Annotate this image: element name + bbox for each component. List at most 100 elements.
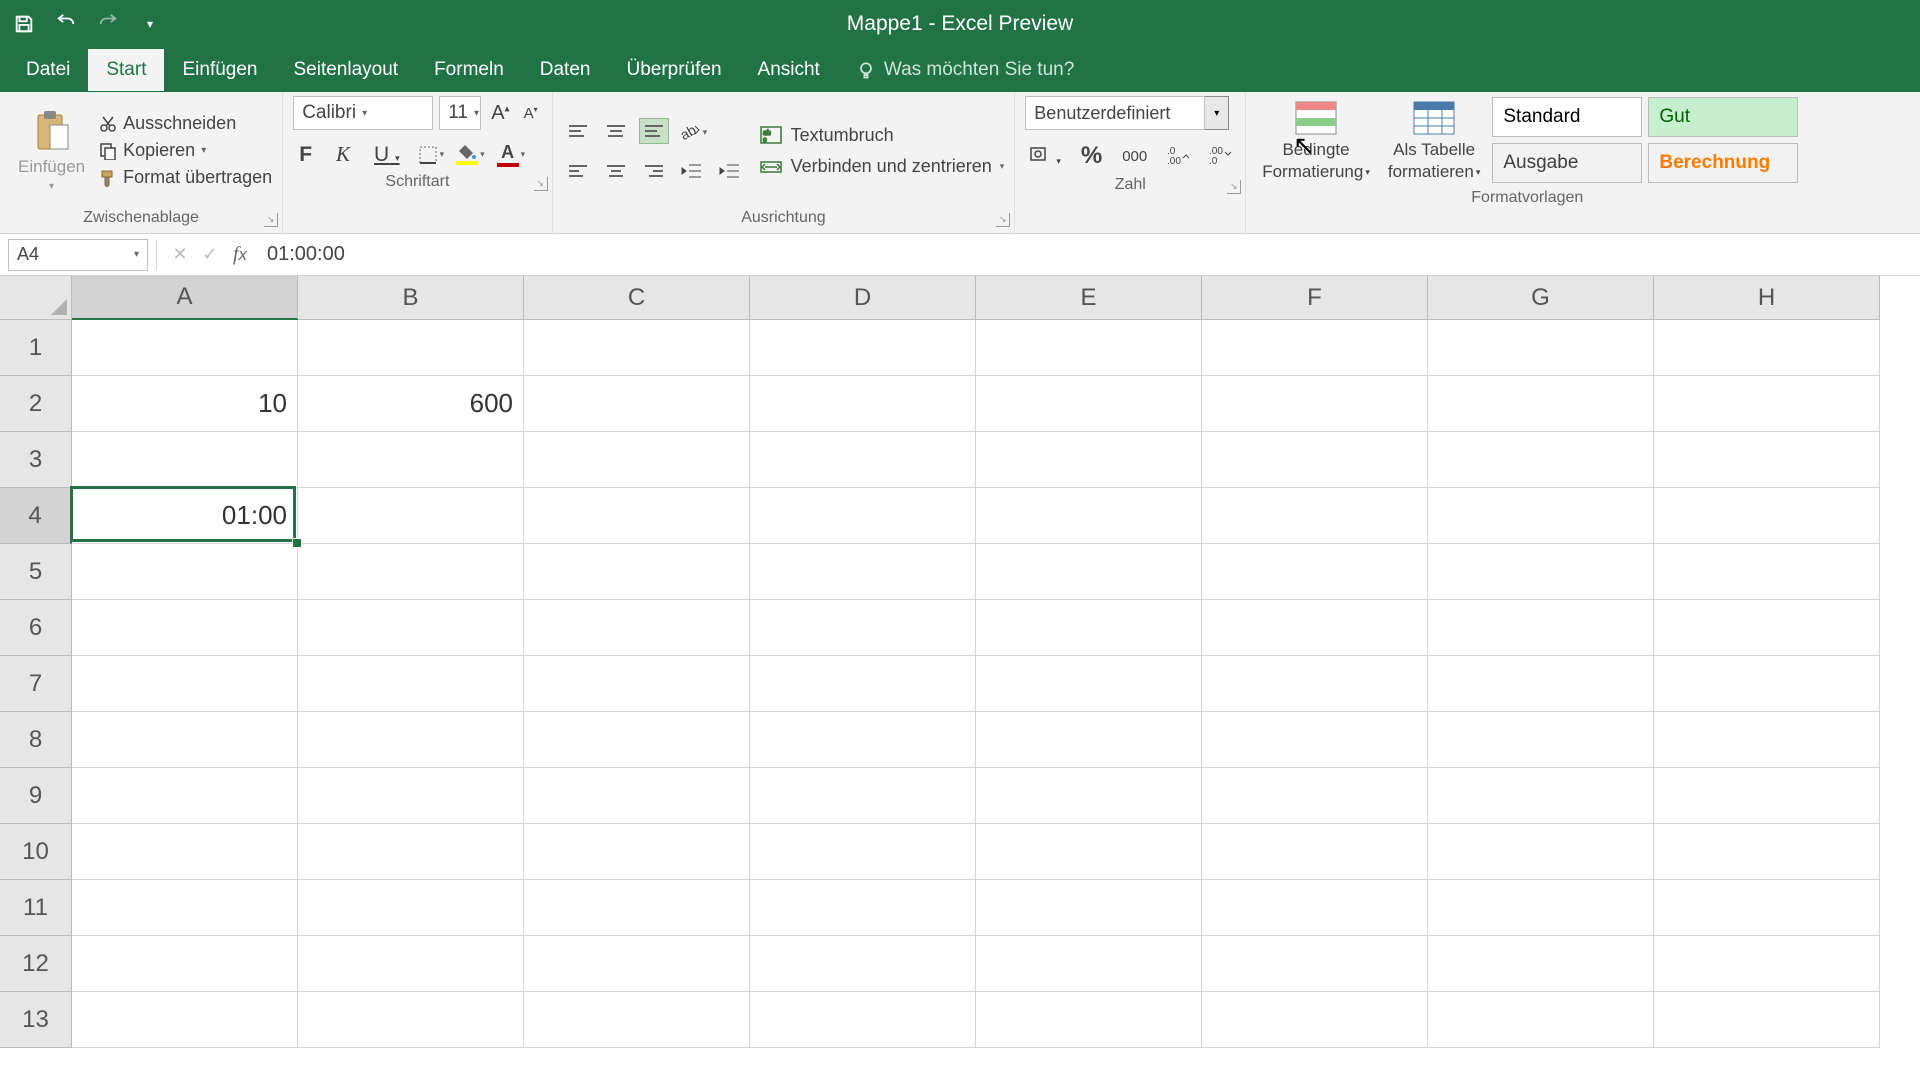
merge-center-button[interactable]: Verbinden und zentrieren ▾ (759, 156, 1005, 177)
cell-E10[interactable] (976, 824, 1202, 880)
tab-formeln[interactable]: Formeln (416, 49, 522, 91)
cell-A13[interactable] (72, 992, 298, 1048)
decrease-indent-button[interactable] (677, 158, 707, 184)
cell-A5[interactable] (72, 544, 298, 600)
align-center-button[interactable] (601, 158, 631, 184)
cell-D13[interactable] (750, 992, 976, 1048)
row-header-3[interactable]: 3 (0, 432, 72, 488)
orientation-button[interactable]: ab ▾ (677, 118, 711, 148)
fill-handle[interactable] (292, 538, 302, 548)
tab-einfuegen[interactable]: Einfügen (164, 49, 275, 91)
row-header-1[interactable]: 1 (0, 320, 72, 376)
cell-G6[interactable] (1428, 600, 1654, 656)
font-size-selector[interactable]: 11▾ (439, 96, 481, 130)
cell-F8[interactable] (1202, 712, 1428, 768)
cell-G13[interactable] (1428, 992, 1654, 1048)
cell-G7[interactable] (1428, 656, 1654, 712)
wrap-text-button[interactable]: abc Textumbruch (759, 125, 1005, 146)
cell-F1[interactable] (1202, 320, 1428, 376)
format-painter-button[interactable]: Format übertragen (99, 167, 272, 188)
insert-function-button[interactable]: fx (225, 240, 255, 270)
cell-D1[interactable] (750, 320, 976, 376)
number-format-dropdown[interactable]: ▾ (1205, 96, 1229, 130)
cell-C4[interactable] (524, 488, 750, 544)
cell-D6[interactable] (750, 600, 976, 656)
enter-formula-button[interactable]: ✓ (195, 240, 225, 270)
row-header-11[interactable]: 11 (0, 880, 72, 936)
cell-C2[interactable] (524, 376, 750, 432)
cell-G4[interactable] (1428, 488, 1654, 544)
cell-D11[interactable] (750, 880, 976, 936)
name-box[interactable]: A4 ▾ (8, 239, 148, 271)
cell-F13[interactable] (1202, 992, 1428, 1048)
cell-D12[interactable] (750, 936, 976, 992)
cell-H8[interactable] (1654, 712, 1880, 768)
cell-F3[interactable] (1202, 432, 1428, 488)
row-header-9[interactable]: 9 (0, 768, 72, 824)
dialog-launcher-icon[interactable]: ↘ (996, 213, 1010, 227)
align-top-button[interactable] (563, 118, 593, 144)
cell-B10[interactable] (298, 824, 524, 880)
tab-daten[interactable]: Daten (522, 49, 609, 91)
column-header-F[interactable]: F (1202, 276, 1428, 320)
cell-E1[interactable] (976, 320, 1202, 376)
cell-F4[interactable] (1202, 488, 1428, 544)
save-icon[interactable] (12, 12, 36, 36)
cell-E6[interactable] (976, 600, 1202, 656)
cell-B13[interactable] (298, 992, 524, 1048)
style-berechnung[interactable]: Berechnung (1648, 143, 1798, 183)
column-header-G[interactable]: G (1428, 276, 1654, 320)
cell-A2[interactable]: 10 (72, 376, 298, 432)
cell-E2[interactable] (976, 376, 1202, 432)
cell-B7[interactable] (298, 656, 524, 712)
cell-C12[interactable] (524, 936, 750, 992)
cell-G5[interactable] (1428, 544, 1654, 600)
style-gut[interactable]: Gut (1648, 97, 1798, 137)
cell-F6[interactable] (1202, 600, 1428, 656)
cell-E9[interactable] (976, 768, 1202, 824)
cell-A10[interactable] (72, 824, 298, 880)
cell-C10[interactable] (524, 824, 750, 880)
cell-D3[interactable] (750, 432, 976, 488)
cell-C7[interactable] (524, 656, 750, 712)
cell-E8[interactable] (976, 712, 1202, 768)
cell-B1[interactable] (298, 320, 524, 376)
cell-A1[interactable] (72, 320, 298, 376)
cell-E12[interactable] (976, 936, 1202, 992)
column-header-B[interactable]: B (298, 276, 524, 320)
cell-H3[interactable] (1654, 432, 1880, 488)
fill-color-button[interactable]: ▾ (456, 145, 485, 165)
underline-button[interactable]: U ▾ (368, 141, 406, 169)
cell-C13[interactable] (524, 992, 750, 1048)
column-header-D[interactable]: D (750, 276, 976, 320)
style-ausgabe[interactable]: Ausgabe (1492, 143, 1642, 183)
bold-button[interactable]: F (293, 141, 318, 169)
cell-A9[interactable] (72, 768, 298, 824)
cell-A6[interactable] (72, 600, 298, 656)
cell-D2[interactable] (750, 376, 976, 432)
align-middle-button[interactable] (601, 118, 631, 144)
decrease-decimal-button[interactable]: .00.0 (1205, 142, 1235, 171)
cell-C9[interactable] (524, 768, 750, 824)
cell-B8[interactable] (298, 712, 524, 768)
cell-B5[interactable] (298, 544, 524, 600)
cell-D10[interactable] (750, 824, 976, 880)
cell-H7[interactable] (1654, 656, 1880, 712)
dialog-launcher-icon[interactable]: ↘ (264, 213, 278, 227)
cell-H10[interactable] (1654, 824, 1880, 880)
cell-A11[interactable] (72, 880, 298, 936)
align-left-button[interactable] (563, 158, 593, 184)
column-header-A[interactable]: A (72, 276, 298, 320)
paste-button[interactable]: Einfügen ▾ (10, 105, 93, 196)
comma-format-button[interactable]: 000 (1118, 146, 1151, 167)
cell-H2[interactable] (1654, 376, 1880, 432)
cancel-formula-button[interactable]: ✕ (165, 240, 195, 270)
cell-E5[interactable] (976, 544, 1202, 600)
format-as-table-button[interactable]: Als Tabelle formatieren▾ (1382, 96, 1487, 185)
cell-A12[interactable] (72, 936, 298, 992)
number-format-selector[interactable]: Benutzerdefiniert (1025, 96, 1205, 130)
cell-C11[interactable] (524, 880, 750, 936)
row-header-8[interactable]: 8 (0, 712, 72, 768)
cell-D8[interactable] (750, 712, 976, 768)
cell-D4[interactable] (750, 488, 976, 544)
